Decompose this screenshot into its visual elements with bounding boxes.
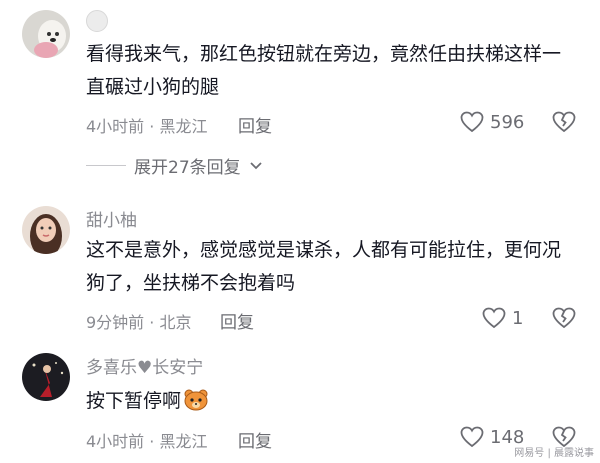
- reply-button[interactable]: 回复: [238, 427, 272, 452]
- chevron-down-icon: [250, 161, 262, 169]
- comment-text: 按下暂停啊: [86, 385, 566, 418]
- username-badge-icon: [86, 10, 108, 32]
- divider-line: [86, 165, 126, 166]
- avatar[interactable]: [22, 10, 70, 58]
- broken-heart-icon: [552, 111, 576, 133]
- meta-separator: ·: [144, 117, 160, 136]
- meta-separator: ·: [144, 432, 160, 451]
- comment-text-body: 按下暂停啊: [86, 390, 182, 412]
- username[interactable]: 多喜乐♥长安宁: [86, 353, 203, 378]
- reply-button[interactable]: 回复: [238, 112, 272, 137]
- dislike-button[interactable]: [552, 111, 576, 137]
- broken-heart-icon: [552, 307, 576, 329]
- comment-location: 黑龙江: [159, 117, 208, 136]
- comment-text: 这不是意外，感觉感觉是谋杀，人都有可能拉住，更何况狗了，坐扶梯不会抱着吗: [86, 239, 562, 294]
- comment-item: 看得我来气，那红色按钮就在旁边，竟然任由扶梯这样一直碾过小狗的腿 4小时前 · …: [0, 0, 600, 178]
- heart-icon: [460, 426, 484, 448]
- bear-emoji-icon: [184, 389, 208, 411]
- comment-time: 4小时前: [86, 432, 145, 451]
- comment-meta: 4小时前 · 黑龙江: [86, 113, 207, 137]
- comment-meta: 4小时前 · 黑龙江: [86, 428, 207, 452]
- expand-replies-label: 展开27条回复: [134, 158, 241, 178]
- comment-location: 黑龙江: [159, 432, 208, 451]
- expand-replies-button[interactable]: 展开27条回复: [86, 153, 263, 178]
- comment-item: 甜小柚 这不是意外，感觉感觉是谋杀，人都有可能拉住，更何况狗了，坐扶梯不会抱着吗…: [0, 196, 600, 336]
- dislike-button[interactable]: [552, 307, 576, 333]
- heart-icon: [482, 307, 506, 329]
- meta-separator: ·: [144, 313, 160, 332]
- watermark: 网易号 | 晨露说事: [514, 448, 594, 459]
- username[interactable]: 甜小柚: [86, 206, 137, 231]
- reply-button[interactable]: 回复: [220, 308, 254, 333]
- heart-icon: [460, 111, 484, 133]
- avatar[interactable]: [22, 206, 70, 254]
- comment-time: 4小时前: [86, 117, 145, 136]
- comment-location: 北京: [159, 313, 192, 332]
- comment-time: 9分钟前: [86, 313, 145, 332]
- like-count: 596: [490, 111, 525, 133]
- comment-meta: 9分钟前 · 北京: [86, 309, 191, 333]
- like-button[interactable]: 1: [482, 307, 523, 329]
- comment-text: 看得我来气，那红色按钮就在旁边，竟然任由扶梯这样一直碾过小狗的腿: [86, 43, 562, 98]
- avatar[interactable]: [22, 353, 70, 401]
- comment-item: 多喜乐♥长安宁 按下暂停啊 4小时前 · 黑龙江 回复 148: [0, 345, 600, 463]
- like-button[interactable]: 596: [460, 111, 524, 133]
- like-count: 1: [512, 307, 524, 329]
